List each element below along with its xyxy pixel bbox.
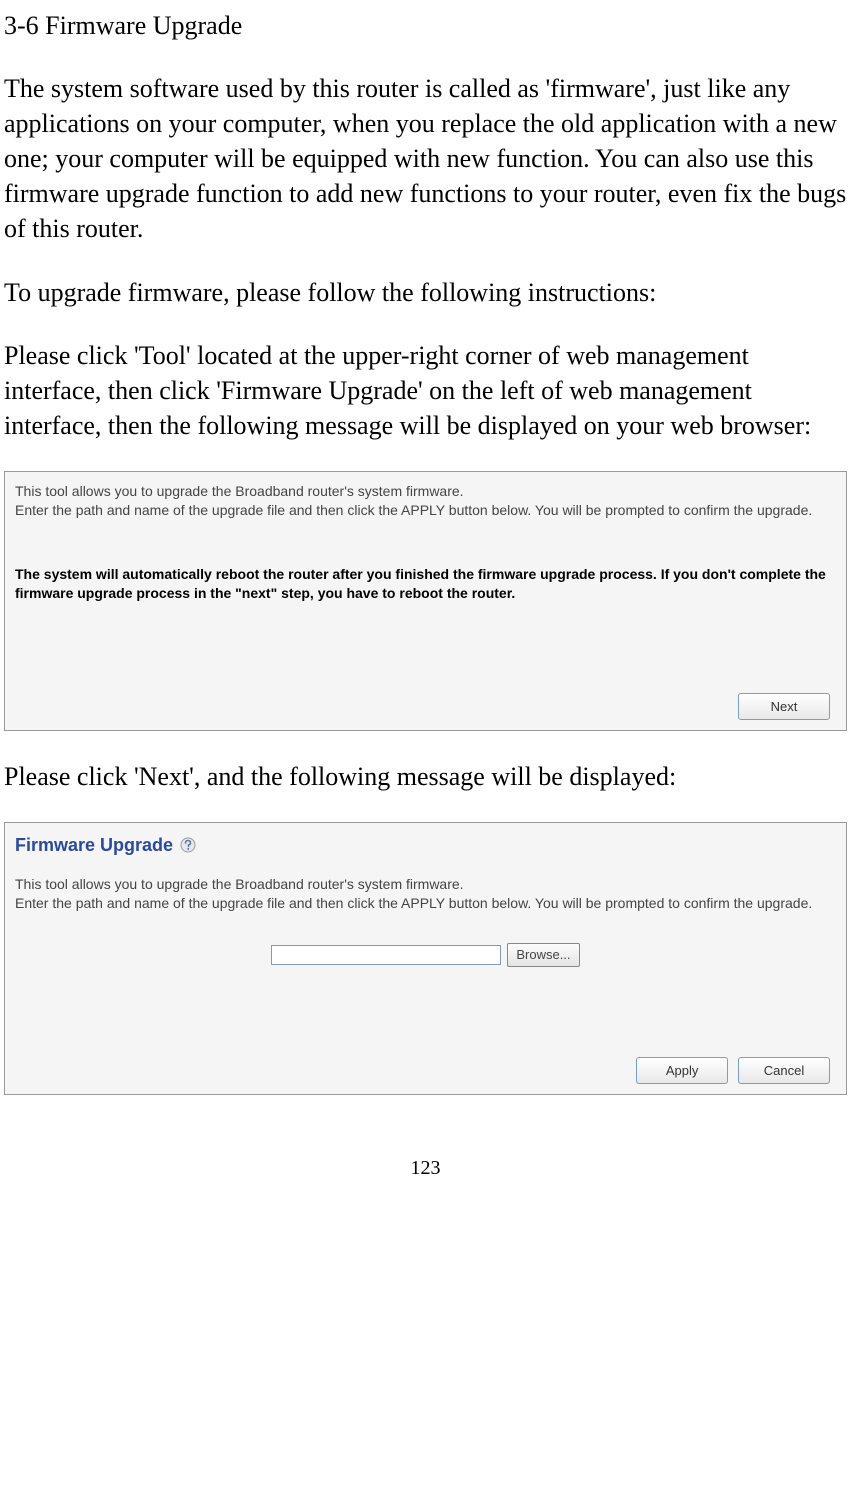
panel1-instruction-text: This tool allows you to upgrade the Broa… (15, 482, 836, 520)
section-heading: 3-6 Firmware Upgrade (4, 8, 847, 43)
apply-button[interactable]: Apply (636, 1057, 728, 1085)
panel2-button-row: Apply Cancel (15, 1057, 836, 1085)
file-upload-row: Browse... (15, 943, 836, 967)
firmware-file-input[interactable] (271, 945, 501, 965)
panel2-title: Firmware Upgrade (15, 833, 836, 857)
help-icon[interactable] (180, 835, 196, 851)
cancel-button[interactable]: Cancel (738, 1057, 830, 1085)
firmware-panel-step1: This tool allows you to upgrade the Broa… (4, 471, 847, 731)
firmware-panel-step2: Firmware Upgrade This tool allows you to… (4, 822, 847, 1095)
page-number: 123 (4, 1155, 847, 1182)
paragraph-click-next: Please click 'Next', and the following m… (4, 759, 847, 794)
browse-button[interactable]: Browse... (507, 943, 579, 967)
paragraph-navigation-steps: Please click 'Tool' located at the upper… (4, 338, 847, 443)
panel1-warning-text: The system will automatically reboot the… (15, 565, 836, 603)
panel2-instruction-text: This tool allows you to upgrade the Broa… (15, 875, 836, 913)
panel1-button-row: Next (15, 693, 836, 721)
panel2-title-text: Firmware Upgrade (15, 835, 173, 855)
next-button[interactable]: Next (738, 693, 830, 721)
paragraph-intro: The system software used by this router … (4, 71, 847, 246)
paragraph-instructions-lead: To upgrade firmware, please follow the f… (4, 275, 847, 310)
